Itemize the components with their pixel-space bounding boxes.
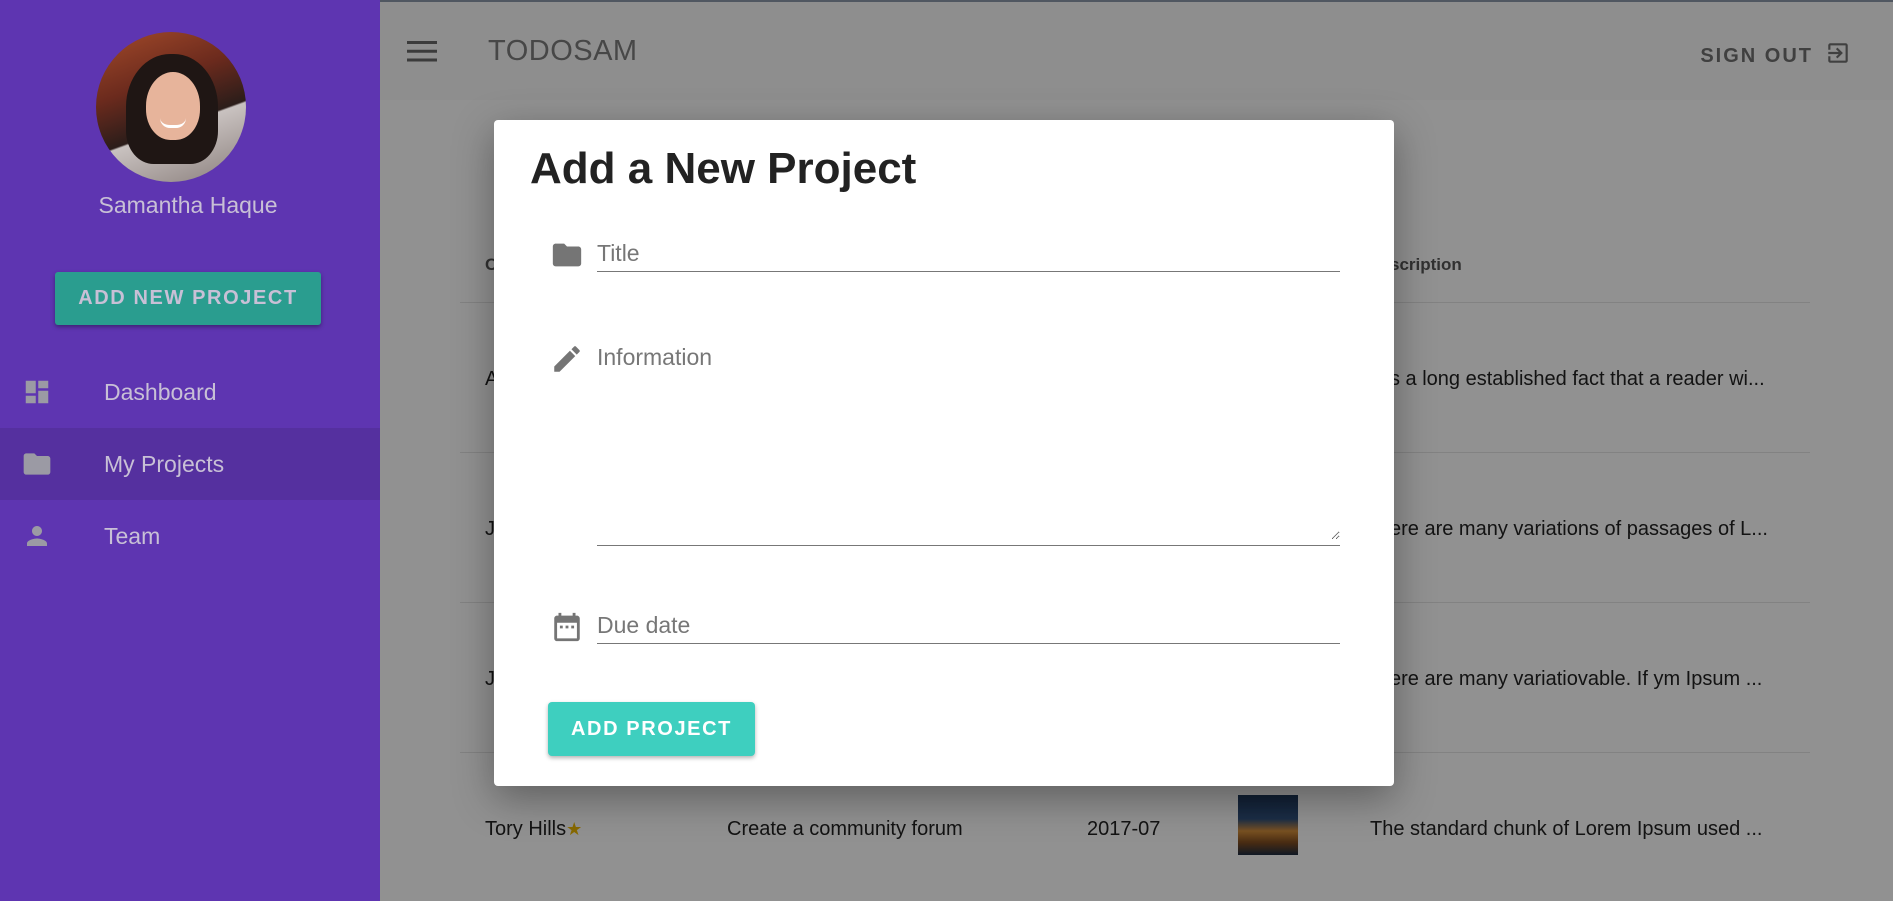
user-name: Samantha Haque xyxy=(98,192,278,218)
information-textarea[interactable] xyxy=(597,340,1340,540)
calendar-icon xyxy=(550,610,584,649)
sidebar-item-label: Team xyxy=(104,522,161,549)
sidebar-item-my-projects[interactable]: My Projects xyxy=(0,428,380,500)
sidebar-item-team[interactable]: Team xyxy=(0,500,380,572)
add-project-button[interactable]: ADD PROJECT xyxy=(548,702,755,756)
add-new-project-button[interactable]: ADD NEW PROJECT xyxy=(55,272,321,325)
title-input[interactable] xyxy=(597,236,1340,271)
due-date-input[interactable] xyxy=(597,608,1340,643)
dashboard-icon xyxy=(0,377,104,407)
sidebar-item-dashboard[interactable]: Dashboard xyxy=(0,356,380,428)
folder-icon xyxy=(0,448,104,480)
sidebar-item-label: My Projects xyxy=(104,450,225,477)
pencil-icon xyxy=(550,342,584,381)
add-project-dialog: Add a New Project ADD PROJECT xyxy=(494,120,1394,786)
sidebar-item-label: Dashboard xyxy=(104,378,217,405)
title-field xyxy=(597,236,1340,272)
sidebar: Samantha Haque ADD NEW PROJECT Dashboard… xyxy=(0,0,380,901)
due-date-field xyxy=(597,608,1340,644)
avatar xyxy=(96,32,246,182)
folder-icon xyxy=(550,238,584,277)
dialog-title: Add a New Project xyxy=(530,144,917,193)
information-field xyxy=(597,340,1340,546)
person-icon xyxy=(0,521,104,551)
